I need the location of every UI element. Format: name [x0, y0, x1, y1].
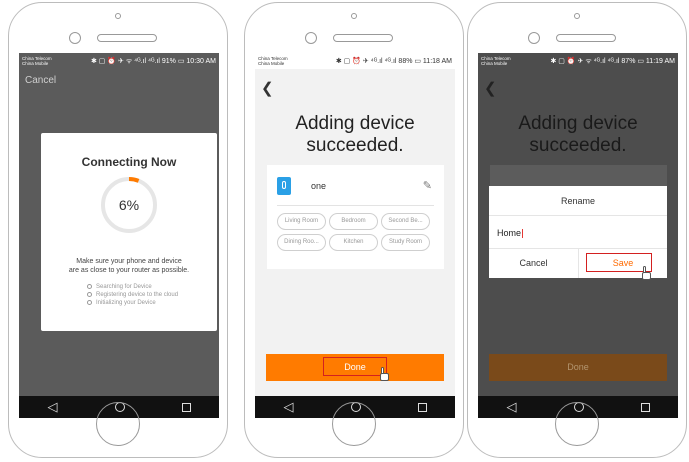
- status-icons: ✱ ▢ ⏰ ✈ ᯤ ⁴ᴳ.ıl ⁴ᴳ.ıl 91% ▭ 10:30 AM: [90, 57, 216, 65]
- step-item: Initializing your Device: [87, 299, 178, 307]
- divider: [489, 215, 667, 216]
- nav-back-icon[interactable]: ◁: [48, 399, 58, 415]
- nav-recent-icon[interactable]: [181, 402, 191, 412]
- status-bar: China Telecom China Mobile ✱ ▢ ⏰ ✈ ᯤ ⁴ᴳ.…: [478, 53, 678, 69]
- rename-dialog: Rename Home Cancel Save: [489, 186, 667, 280]
- camera: [574, 13, 580, 19]
- rename-input[interactable]: Home: [497, 228, 524, 239]
- status-bar: China Telecom China Mobile ✱ ▢ ⏰ ✈ ⁴ᴳ.ıl…: [255, 53, 455, 69]
- progress-ring: 6%: [99, 175, 159, 235]
- hand-pointer-icon: [640, 266, 652, 280]
- progress-percent: 6%: [118, 197, 140, 213]
- nav-back-icon[interactable]: ◁: [284, 399, 294, 415]
- bullet-icon: [87, 299, 92, 305]
- pencil-icon[interactable]: ✎: [423, 179, 432, 192]
- success-heading: Adding device succeeded.: [518, 113, 638, 156]
- home-button[interactable]: [332, 402, 376, 446]
- bullet-icon: [87, 283, 92, 289]
- camera: [351, 13, 357, 19]
- rename-title: Rename: [560, 196, 596, 206]
- room-chip[interactable]: Second Be...: [381, 213, 430, 230]
- success-heading: Adding device succeeded.: [295, 113, 415, 156]
- room-chip[interactable]: Bedroom: [329, 213, 378, 230]
- nav-back-icon[interactable]: ◁: [507, 399, 517, 415]
- text-caret: [522, 229, 524, 239]
- screen-rename: China Telecom China Mobile ✱ ▢ ⏰ ✈ ᯤ ⁴ᴳ.…: [478, 53, 678, 418]
- proximity-sensor: [305, 32, 317, 44]
- done-button: Done: [489, 354, 667, 381]
- step-item: Searching for Device: [87, 283, 178, 291]
- nav-recent-icon[interactable]: [417, 402, 427, 412]
- back-arrow-icon[interactable]: ❮: [484, 79, 497, 97]
- room-chip[interactable]: Kitchen: [329, 234, 378, 251]
- status-bar: China Telecom China Mobile ✱ ▢ ⏰ ✈ ᯤ ⁴ᴳ.…: [19, 53, 219, 69]
- camera: [115, 13, 121, 19]
- bullet-icon: [87, 291, 92, 297]
- dialog-title: Connecting Now: [81, 155, 177, 169]
- rename-cancel-button[interactable]: Cancel: [489, 248, 578, 278]
- nav-recent-icon[interactable]: [640, 402, 650, 412]
- proximity-sensor: [528, 32, 540, 44]
- proximity-message: Make sure your phone and device are as c…: [41, 257, 217, 275]
- message-line-1: Make sure your phone and device: [76, 258, 182, 265]
- screen-success: China Telecom China Mobile ✱ ▢ ⏰ ✈ ⁴ᴳ.ıl…: [255, 53, 455, 418]
- carrier-label: China Telecom China Mobile: [481, 56, 511, 66]
- device-icon: [277, 177, 291, 195]
- earpiece-speaker: [97, 34, 157, 42]
- connecting-dialog: Connecting Now 6% Make sure your phone a…: [41, 133, 217, 331]
- message-line-2: are as close to your router as possible.: [68, 267, 190, 274]
- status-icons: ✱ ▢ ⏰ ✈ ᯤ ⁴ᴳ.ıl ⁴ᴳ.ıl 87% ▭ 11:19 AM: [550, 57, 676, 65]
- carrier-label: China Telecom China Mobile: [22, 56, 52, 66]
- done-button[interactable]: Done: [266, 354, 444, 381]
- earpiece-speaker: [556, 34, 616, 42]
- phone-frame-2: China Telecom China Mobile ✱ ▢ ⏰ ✈ ⁴ᴳ.ıl…: [244, 2, 464, 458]
- status-icons: ✱ ▢ ⏰ ✈ ⁴ᴳ.ıl ⁴ᴳ.ıl 88% ▭ 11:18 AM: [335, 58, 452, 65]
- screen-connecting: China Telecom China Mobile ✱ ▢ ⏰ ✈ ᯤ ⁴ᴳ.…: [19, 53, 219, 418]
- phone-frame-1: China Telecom China Mobile ✱ ▢ ⏰ ✈ ᯤ ⁴ᴳ.…: [8, 2, 228, 458]
- step-list: Searching for Device Registering device …: [87, 283, 178, 307]
- hand-pointer-icon: [378, 367, 390, 381]
- earpiece-speaker: [333, 34, 393, 42]
- device-card: one ✎ Living Room Bedroom Second Be... D…: [267, 165, 444, 269]
- room-chips: Living Room Bedroom Second Be... Dining …: [277, 213, 437, 251]
- home-button[interactable]: [555, 402, 599, 446]
- step-item: Registering device to the cloud: [87, 291, 178, 299]
- cancel-link[interactable]: Cancel: [25, 75, 56, 86]
- phone-frame-3: China Telecom China Mobile ✱ ▢ ⏰ ✈ ᯤ ⁴ᴳ.…: [467, 2, 687, 458]
- room-chip[interactable]: Living Room: [277, 213, 326, 230]
- room-chip[interactable]: Dining Roo...: [277, 234, 326, 251]
- proximity-sensor: [69, 32, 81, 44]
- carrier-label: China Telecom China Mobile: [258, 56, 288, 66]
- home-button[interactable]: [96, 402, 140, 446]
- back-arrow-icon[interactable]: ❮: [261, 79, 274, 97]
- room-chip[interactable]: Study Room: [381, 234, 430, 251]
- device-name: one: [311, 181, 327, 191]
- divider: [277, 205, 434, 206]
